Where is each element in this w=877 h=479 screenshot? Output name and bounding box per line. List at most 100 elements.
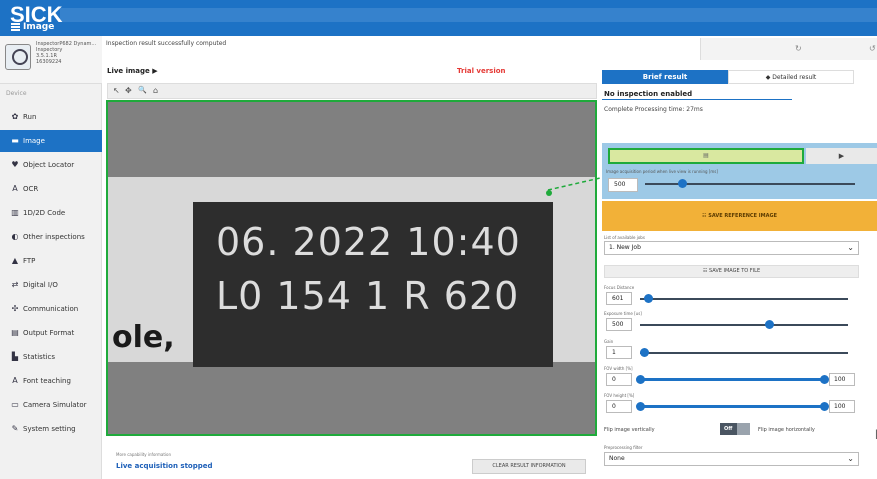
live-image-title[interactable]: Live image ▶ [107,67,158,75]
sidebar-item-digital-i-o[interactable]: ⇄ Digital I/O [0,274,102,296]
sidebar-item-label: Font teaching [23,377,71,385]
sidebar-item-label: Other inspections [23,233,85,241]
sidebar-section-label: Device [6,90,27,97]
sidebar-item-font-teaching[interactable]: A Font teaching [0,370,102,392]
header-bar [60,8,877,22]
exposure-time-us-track[interactable] [640,324,848,326]
acquisition-period-input[interactable]: 500 [608,178,638,192]
play-icon[interactable]: ▶ [806,148,877,164]
fov-height-input[interactable]: 0 [606,400,632,413]
flip-horizontal-label: Flip image horizontally [758,427,815,433]
job-select[interactable]: 1. New Job ⌄ [604,241,859,255]
fov-width-caption: FOV width [%] [604,366,633,371]
sidebar-item-ocr[interactable]: A OCR [0,178,102,200]
tab-brief-result[interactable]: Brief result [602,70,728,84]
clear-result-button[interactable]: CLEAR RESULT INFORMATION [472,459,586,474]
communication-icon: ✣ [11,304,19,313]
zoom-icon[interactable]: 🔍 [138,86,147,94]
fov-width-max-input[interactable]: 100 [829,373,855,386]
device-info: InspectorP682 Dynam... Inspectory 3.5.1.… [36,41,96,65]
sidebar-item-ftp[interactable]: ▲ FTP [0,250,102,272]
device-panel[interactable]: InspectorP682 Dynam... Inspectory 3.5.1.… [0,36,102,84]
save-image-to-file-button[interactable]: ☷ SAVE IMAGE TO FILE [604,265,859,278]
sidebar-item-label: System setting [23,425,76,433]
app-header: SICK Image [0,0,877,36]
focus-distance-caption: Focus Distance [604,285,635,290]
live-image-view[interactable]: 06. 2022 10:40 L0 154 1 R 620 ole, [106,100,597,436]
trial-version-label: Trial version [457,67,506,75]
location-pin-icon: ♥ [11,160,19,169]
tab-detailed-result[interactable]: ◆ Detailed result [728,70,854,84]
page-title: Image [23,22,55,32]
sidebar-item-communication[interactable]: ✣ Communication [0,298,102,320]
fov-height-min-thumb[interactable] [636,402,645,411]
sidebar-item-label: Object Locator [23,161,75,169]
acquisition-status: Live acquisition stopped [116,462,213,470]
sidebar-item-label: 1D/2D Code [23,209,66,217]
brief-underline [602,99,792,100]
status-message: Inspection result successfully computed [106,40,227,47]
sidebar-item-object-locator[interactable]: ♥ Object Locator [0,154,102,176]
sidebar-item-label: Output Format [23,329,75,337]
page-title-bar[interactable]: Image [11,22,54,32]
flip-toggle[interactable]: Off [720,423,750,435]
wrench-icon: ✎ [11,424,19,433]
ocr-icon: A [12,184,18,193]
gain-track[interactable] [640,352,848,354]
fov-height-caption: FOV height [%] [604,393,635,398]
sidebar-item-camera-simulator[interactable]: ▭ Camera Simulator [0,394,102,416]
save-reference-image-button[interactable]: ☷ SAVE REFERENCE IMAGE [602,201,877,231]
sidebar-item-run[interactable]: ✿ Run [0,106,102,128]
image-toolbar: ↖ ✥ 🔍 ⌂ [107,83,597,99]
monitor-icon: ▭ [11,400,19,409]
chevron-down-icon: ⌄ [847,243,854,252]
sidebar-item-system-setting[interactable]: ✎ System setting [0,418,102,440]
fov-height-max-thumb[interactable] [820,402,829,411]
gain-caption: Gain [604,339,614,344]
trigger-button[interactable]: ▤ [608,148,804,164]
refresh-icon[interactable]: ↻ [795,44,802,53]
statistics-icon: ▙ [11,352,19,361]
sidebar-item-other-inspections[interactable]: ◐ Other inspections [0,226,102,248]
roi-anchor-dot [546,190,552,196]
exposure-time-us-thumb[interactable] [764,320,774,329]
sidebar-item-label: FTP [23,257,36,265]
camera-device-icon [5,44,31,70]
gear-icon: ✿ [11,112,19,121]
preprocessing-select[interactable]: None ⌄ [604,452,859,466]
job-list-caption: List of available jobs [604,235,645,240]
camera-text-line-2: L0 154 1 R 620 [216,274,520,318]
camera-side-text: ole, [112,320,175,355]
gain-input[interactable]: 1 [606,346,632,359]
focus-distance-input[interactable]: 601 [606,292,632,305]
gain-thumb[interactable] [640,348,649,357]
sidebar-item-output-format[interactable]: ▤ Output Format [0,322,102,344]
focus-distance-thumb[interactable] [644,294,654,303]
pan-icon[interactable]: ✥ [125,86,132,95]
pointer-icon[interactable]: ↖ [113,86,120,95]
preprocessing-value: None [609,455,625,462]
undo-icon[interactable]: ↺ [869,44,876,53]
sidebar-item-1d-2d-code[interactable]: ▥ 1D/2D Code [0,202,102,224]
home-icon[interactable]: ⌂ [153,86,158,95]
fov-height-max-input[interactable]: 100 [829,400,855,413]
inspection-icon: ◐ [11,232,19,241]
fov-width-fill [640,378,825,381]
sidebar-item-image[interactable]: ▬ Image [0,130,102,152]
no-inspection-label: No inspection enabled [604,90,693,98]
processing-time: Complete Processing time: 27ms [604,106,703,113]
menu-icon[interactable] [11,22,20,31]
barcode-icon: ▥ [11,208,19,217]
capability-info-link[interactable]: More capability information [116,452,171,457]
fov-width-input[interactable]: 0 [606,373,632,386]
focus-distance-track[interactable] [640,298,848,300]
fov-width-max-thumb[interactable] [820,375,829,384]
sidebar-item-statistics[interactable]: ▙ Statistics [0,346,102,368]
flip-vertical-label: Flip image vertically [604,427,655,433]
acquisition-period-track[interactable] [645,183,855,185]
font-teaching-icon: A [12,376,18,385]
exposure-time-us-input[interactable]: 500 [606,318,632,331]
digital-io-icon: ⇄ [11,280,19,289]
fov-width-min-thumb[interactable] [636,375,645,384]
device-serial: 16309224 [36,59,62,65]
